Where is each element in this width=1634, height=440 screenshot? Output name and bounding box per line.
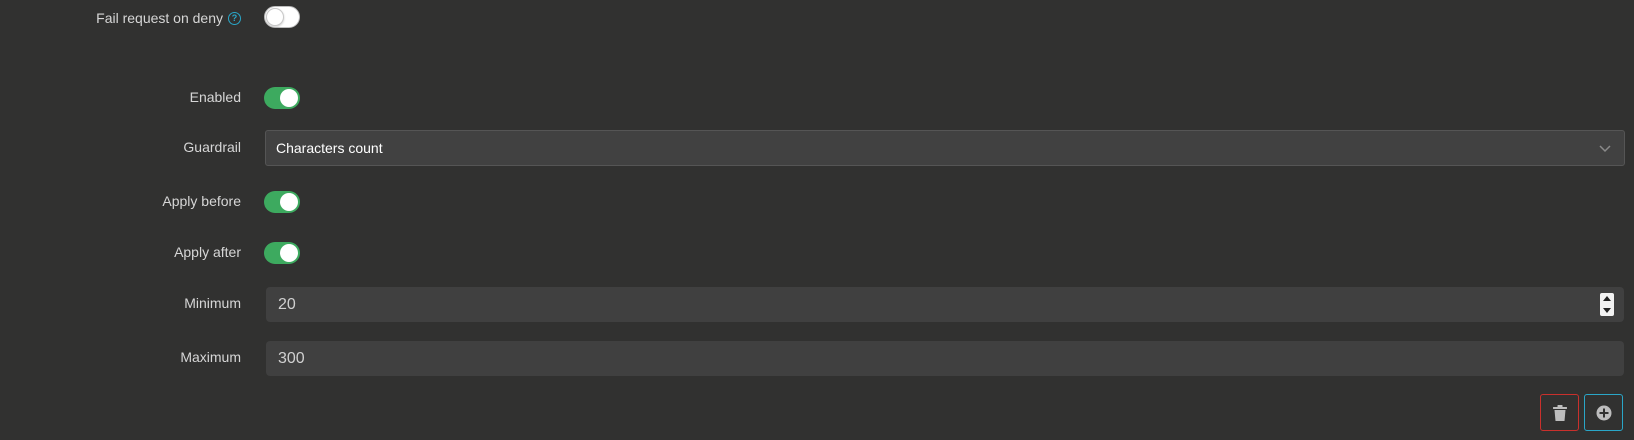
toggle-knob <box>280 244 298 262</box>
add-button[interactable] <box>1584 394 1623 431</box>
plus-circle-icon <box>1596 405 1611 420</box>
guardrail-selected-value: Characters count <box>276 140 383 156</box>
number-stepper[interactable] <box>1600 293 1614 316</box>
delete-button[interactable] <box>1540 394 1579 431</box>
guardrail-select[interactable]: Characters count <box>265 130 1625 166</box>
enabled-toggle[interactable] <box>264 87 300 109</box>
guardrail-label: Guardrail <box>183 139 241 155</box>
maximum-label: Maximum <box>180 349 241 365</box>
toggle-knob <box>280 193 298 211</box>
apply-after-label: Apply after <box>174 244 241 260</box>
maximum-value: 300 <box>278 349 305 367</box>
enabled-label: Enabled <box>189 89 241 105</box>
toggle-knob <box>266 8 284 26</box>
apply-before-toggle[interactable] <box>264 191 300 213</box>
minimum-label: Minimum <box>184 295 241 311</box>
guardrail-form: Fail request on deny ? Enabled Guardrail… <box>0 0 1634 440</box>
fail-request-on-deny-label: Fail request on deny ? <box>96 8 241 28</box>
apply-before-label: Apply before <box>162 193 241 209</box>
stepper-down-icon[interactable] <box>1603 307 1611 313</box>
question-circle-icon[interactable]: ? <box>228 11 241 25</box>
fail-request-on-deny-toggle[interactable] <box>264 6 300 28</box>
toggle-knob <box>280 89 298 107</box>
minimum-input[interactable]: 20 <box>266 287 1624 322</box>
stepper-up-icon[interactable] <box>1603 296 1611 302</box>
minimum-value: 20 <box>278 295 296 313</box>
maximum-input[interactable]: 300 <box>266 341 1624 376</box>
apply-after-toggle[interactable] <box>264 242 300 264</box>
chevron-down-icon <box>1599 145 1611 153</box>
trash-icon <box>1552 404 1567 421</box>
